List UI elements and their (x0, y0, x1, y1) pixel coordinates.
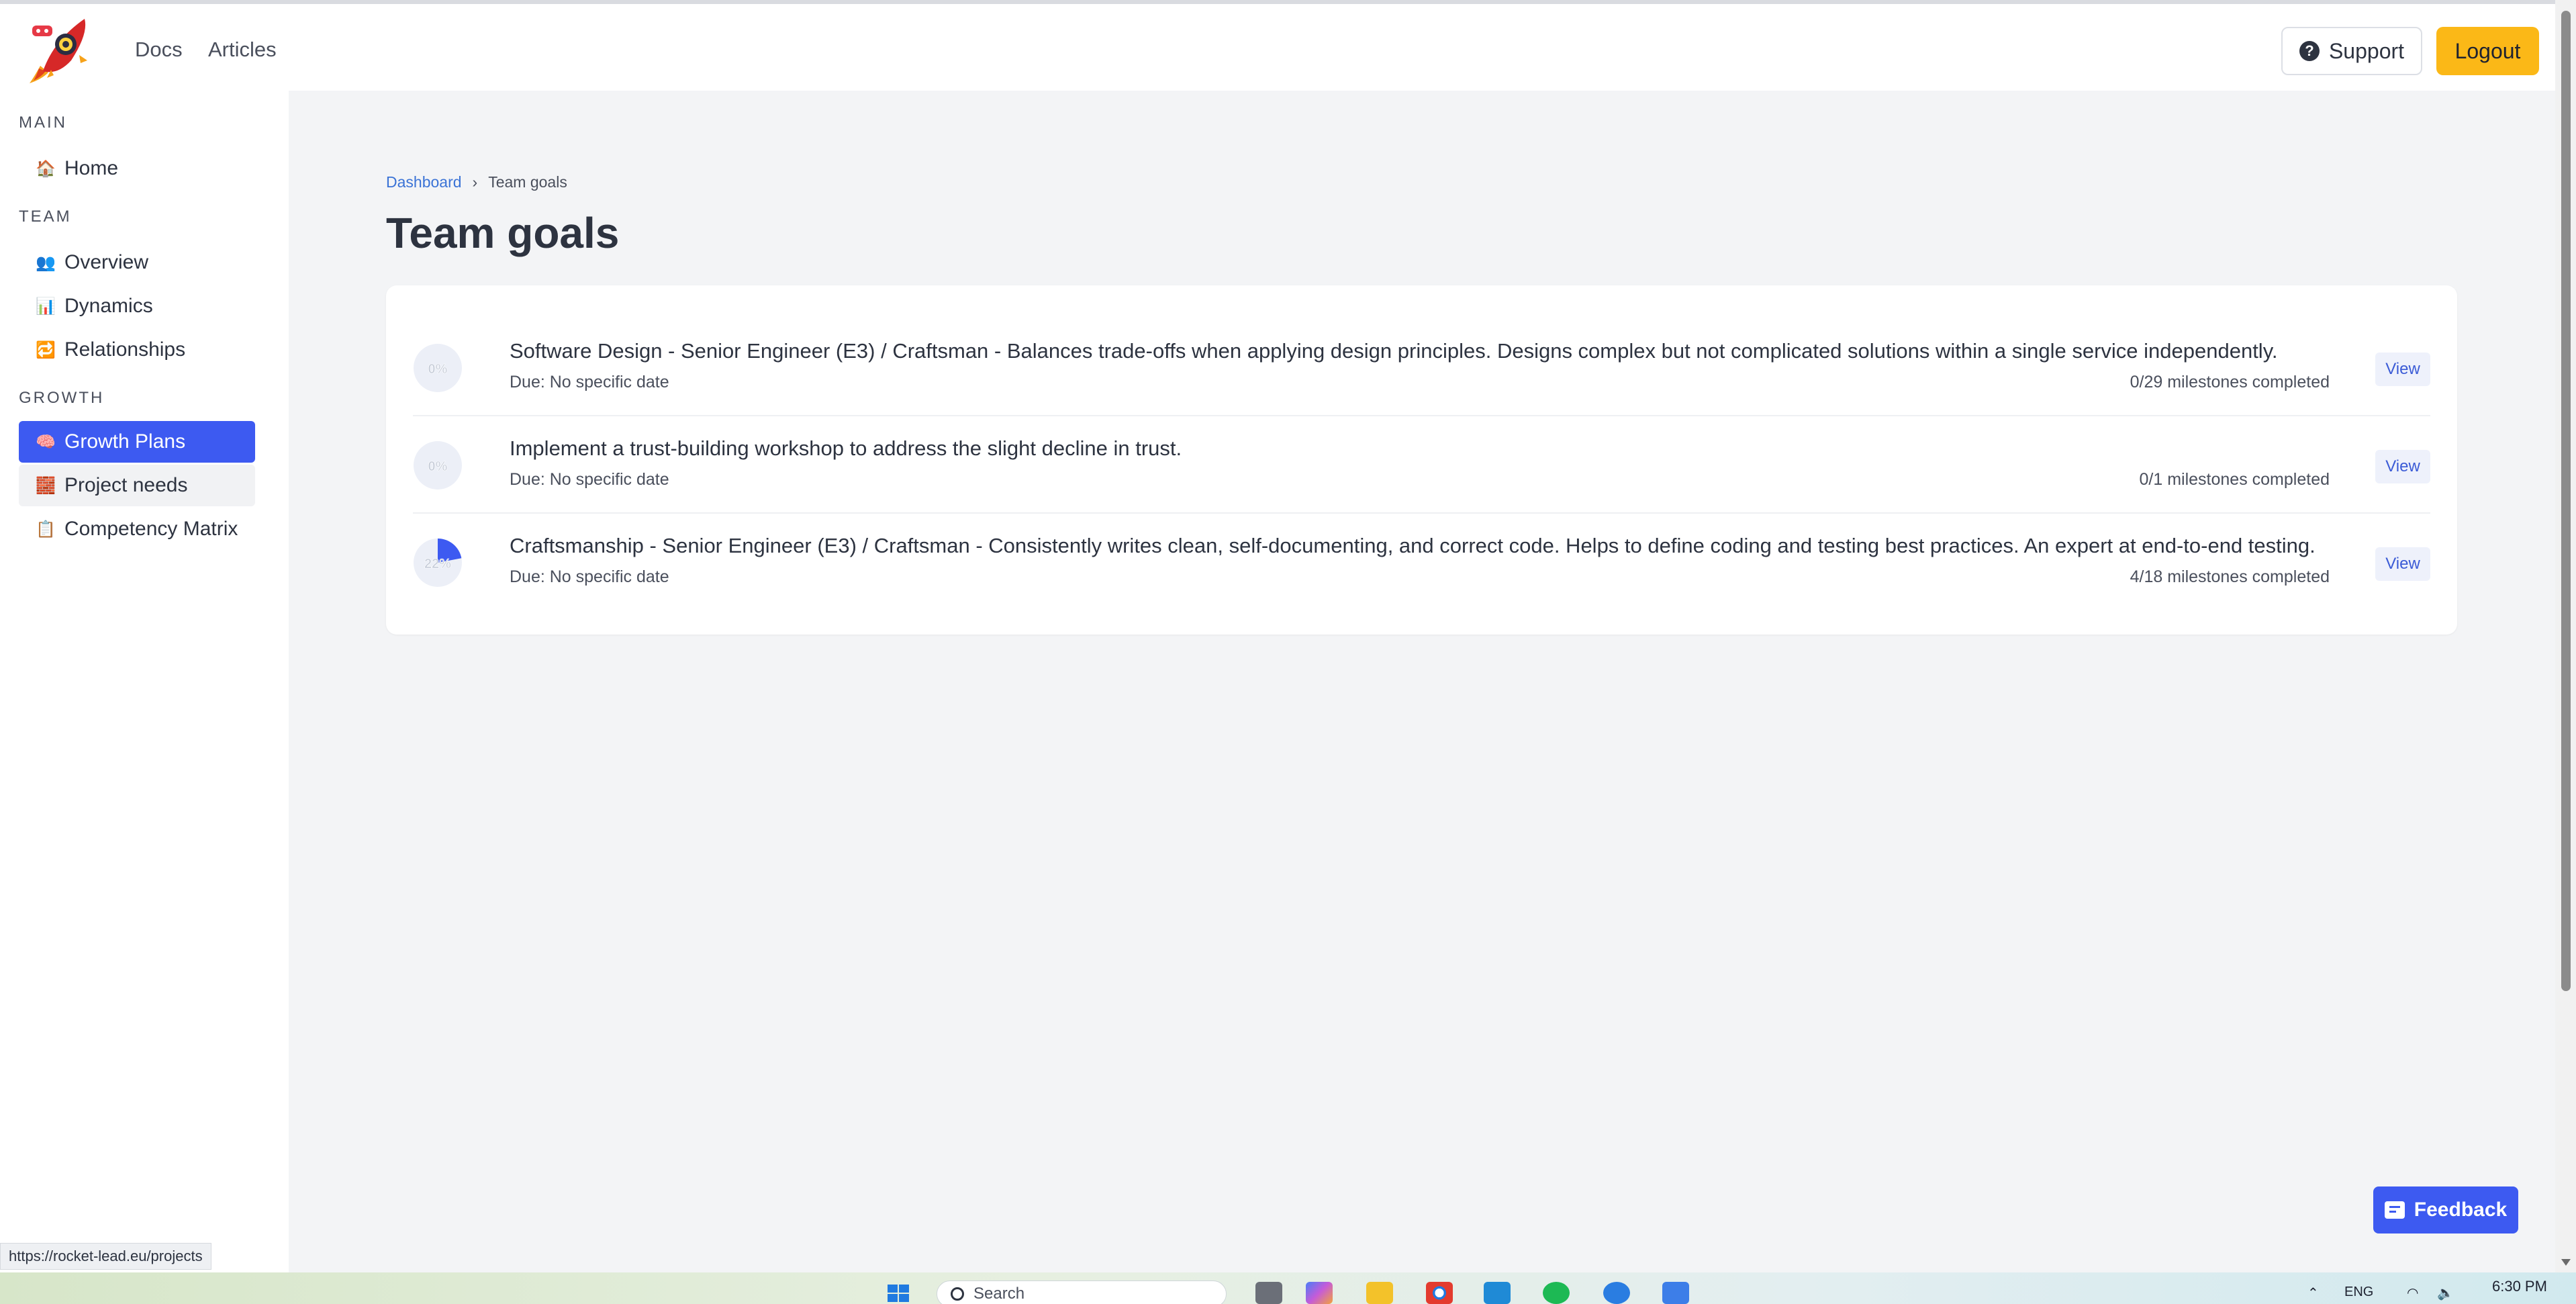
goals-card: 0% Software Design - Senior Engineer (E3… (386, 285, 2457, 635)
people-icon: 👥 (36, 253, 56, 272)
sidebar-item-growth-plans[interactable]: 🧠 Growth Plans (19, 421, 255, 463)
sidebar-section-team: TEAM (19, 207, 72, 226)
sidebar-item-label: Project needs (64, 474, 188, 496)
goal-row: 22% Craftsmanship - Senior Engineer (E3)… (413, 514, 2430, 611)
support-label: Support (2328, 38, 2405, 63)
progress-pie: 22% (414, 539, 462, 587)
logout-button[interactable]: Logout (2436, 27, 2539, 75)
sidebar-item-dynamics[interactable]: 📊 Dynamics (19, 285, 255, 327)
goal-row: 0% Software Design - Senior Engineer (E3… (413, 319, 2430, 416)
taskbar-search[interactable]: Search (937, 1280, 1227, 1304)
scrollbar-thumb[interactable] (2561, 11, 2571, 991)
sidebar-item-competency-matrix[interactable]: 📋 Competency Matrix (19, 508, 255, 550)
chrome-icon[interactable] (1426, 1282, 1453, 1304)
goal-milestones: 4/18 milestones completed (2130, 567, 2330, 586)
app-icon[interactable] (1603, 1282, 1630, 1304)
sidebar-item-label: Overview (64, 251, 149, 273)
goal-title: Software Design - Senior Engineer (E3) /… (510, 339, 2278, 363)
progress-pie: 0% (414, 344, 462, 392)
sidebar-item-label: Growth Plans (64, 430, 186, 453)
question-circle-icon: ? (2299, 41, 2320, 61)
breadcrumb: Dashboard › Team goals (386, 173, 567, 191)
sidebar-item-project-needs[interactable]: 🧱 Project needs (19, 465, 255, 506)
spotify-icon[interactable] (1543, 1282, 1570, 1304)
sidebar-section-growth: GROWTH (19, 389, 105, 407)
clipboard-icon: 📋 (36, 520, 56, 539)
support-button[interactable]: ? Support (2281, 27, 2422, 75)
os-taskbar: Search ⌃ ENG ◠ 🔈 6:30 PM (0, 1272, 2576, 1304)
copilot-icon[interactable] (1306, 1282, 1333, 1304)
page-title: Team goals (386, 209, 620, 257)
notepad-icon[interactable] (1662, 1282, 1689, 1304)
sidebar: MAIN 🏠 Home TEAM 👥 Overview 📊 Dynamics 🔁… (0, 91, 289, 1272)
task-view-icon[interactable] (1255, 1282, 1282, 1304)
windows-start-icon[interactable] (885, 1282, 912, 1304)
breadcrumb-current: Team goals (488, 173, 567, 191)
goal-due-date: Due: No specific date (510, 373, 669, 391)
breadcrumb-dashboard-link[interactable]: Dashboard (386, 173, 462, 191)
brain-icon: 🧠 (36, 432, 56, 451)
wifi-icon[interactable]: ◠ (2407, 1285, 2418, 1301)
goal-due-date: Due: No specific date (510, 470, 669, 489)
search-icon (951, 1287, 964, 1301)
tray-chevron-icon[interactable]: ⌃ (2307, 1285, 2319, 1301)
sidebar-item-home[interactable]: 🏠 Home (19, 148, 255, 189)
vscode-icon[interactable] (1484, 1282, 1511, 1304)
sidebar-item-overview[interactable]: 👥 Overview (19, 242, 255, 283)
house-icon: 🏠 (36, 159, 56, 178)
view-goal-button[interactable]: View (2375, 450, 2430, 483)
bricks-icon: 🧱 (36, 476, 56, 495)
chat-icon (2384, 1201, 2405, 1219)
rocket-logo[interactable] (27, 13, 94, 85)
language-indicator[interactable]: ENG (2344, 1285, 2373, 1300)
file-explorer-icon[interactable] (1366, 1282, 1393, 1304)
sidebar-item-label: Relationships (64, 338, 186, 361)
goal-row: 0% Implement a trust-building workshop t… (413, 416, 2430, 514)
goal-milestones: 0/1 milestones completed (2139, 470, 2330, 489)
progress-label: 0% (428, 362, 448, 377)
view-goal-button[interactable]: View (2375, 547, 2430, 581)
taskbar-search-placeholder: Search (973, 1285, 1025, 1303)
main-content: Dashboard › Team goals Team goals 0% Sof… (289, 91, 2555, 1272)
sidebar-item-label: Home (64, 157, 119, 179)
goal-due-date: Due: No specific date (510, 567, 669, 586)
view-goal-button[interactable]: View (2375, 353, 2430, 386)
progress-pie: 0% (414, 441, 462, 490)
page-scrollbar[interactable] (2555, 0, 2576, 1272)
nav-link-articles[interactable]: Articles (208, 38, 277, 62)
sidebar-item-relationships[interactable]: 🔁 Relationships (19, 329, 255, 371)
breadcrumb-separator: › (472, 173, 478, 191)
nav-link-docs[interactable]: Docs (135, 38, 183, 62)
sidebar-item-label: Competency Matrix (64, 518, 238, 540)
repeat-icon: 🔁 (36, 340, 56, 359)
sidebar-item-label: Dynamics (64, 295, 153, 317)
feedback-label: Feedback (2414, 1199, 2508, 1221)
progress-label: 0% (428, 459, 448, 474)
status-bar-url: https://rocket-lead.eu/projects (0, 1243, 211, 1270)
sidebar-section-main: MAIN (19, 113, 67, 132)
progress-label: 22% (424, 557, 451, 571)
goal-title: Craftsmanship - Senior Engineer (E3) / C… (510, 534, 2316, 557)
volume-icon[interactable]: 🔈 (2437, 1285, 2454, 1301)
top-navbar: Docs Articles ? Support Logout (0, 0, 2555, 91)
taskbar-clock[interactable]: 6:30 PM (2492, 1278, 2547, 1295)
scroll-down-arrow-icon[interactable] (2561, 1259, 2571, 1266)
goal-title: Implement a trust-building workshop to a… (510, 436, 1182, 460)
bar-chart-icon: 📊 (36, 297, 56, 316)
feedback-button[interactable]: Feedback (2373, 1186, 2518, 1233)
goal-milestones: 0/29 milestones completed (2130, 373, 2330, 391)
